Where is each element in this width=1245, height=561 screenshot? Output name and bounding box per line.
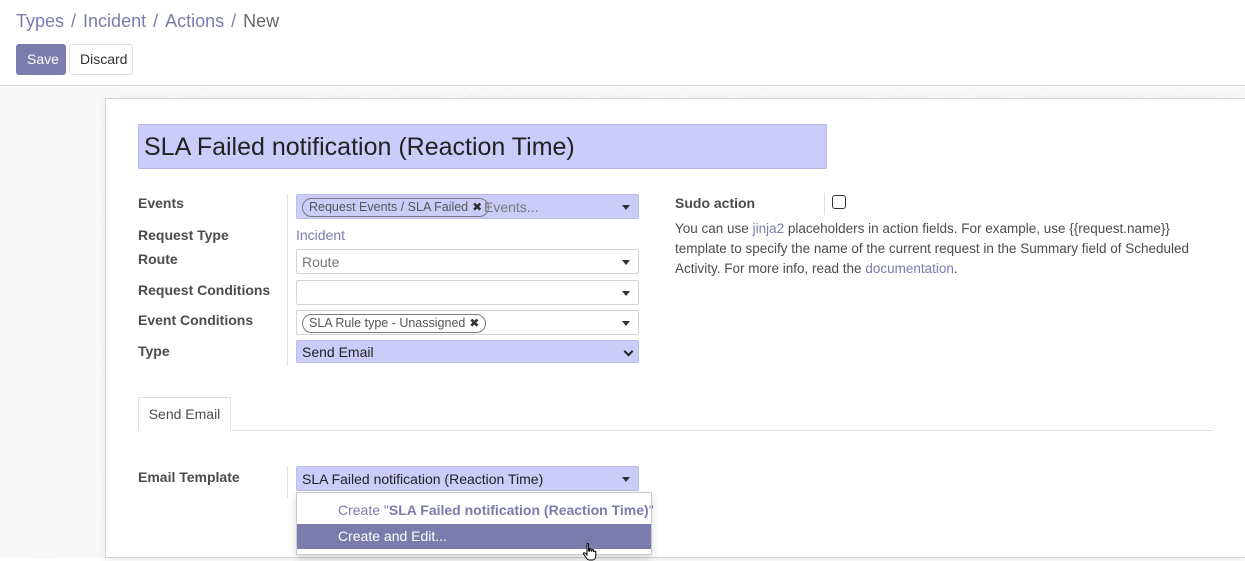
action-name-input[interactable]: SLA Failed notification (Reaction Time)	[138, 124, 827, 169]
caret-down-icon[interactable]	[622, 291, 630, 296]
condition-tag-label: SLA Rule type - Unassigned	[309, 316, 466, 330]
close-icon[interactable]: ✖	[469, 316, 479, 330]
events-field[interactable]: Request Events / SLA Failed ✖ Events...	[296, 194, 639, 219]
control-panel: Types / Incident / Actions / New Save Discard	[0, 0, 1245, 86]
caret-down-icon[interactable]	[622, 477, 630, 482]
breadcrumb-actions[interactable]: Actions	[165, 11, 224, 31]
event-tag: Request Events / SLA Failed ✖	[302, 198, 490, 217]
group-divider	[824, 193, 825, 215]
sudo-action-checkbox[interactable]	[832, 195, 846, 209]
events-label: Events	[138, 195, 184, 211]
discard-button[interactable]: Discard	[69, 44, 133, 75]
create-option-name: SLA Failed notification (Reaction Time)	[388, 502, 649, 518]
save-button[interactable]: Save	[16, 44, 66, 75]
autocomplete-dropdown: Create "SLA Failed notification (Reactio…	[296, 492, 654, 555]
create-option[interactable]: Create "SLA Failed notification (Reactio…	[297, 498, 654, 523]
group-divider	[287, 466, 288, 498]
documentation-link[interactable]: documentation	[865, 261, 954, 276]
tab-bar-line	[138, 430, 1213, 431]
condition-tag: SLA Rule type - Unassigned ✖	[302, 314, 487, 333]
route-placeholder: Route	[302, 254, 340, 270]
caret-down-icon[interactable]	[622, 205, 630, 210]
request-type-label: Request Type	[138, 227, 229, 243]
type-select[interactable]: Send Email	[296, 340, 639, 363]
caret-down-icon[interactable]	[622, 321, 630, 326]
tab-send-email[interactable]: Send Email	[138, 397, 231, 431]
chevron-down-icon	[623, 346, 634, 357]
jinja2-link[interactable]: jinja2	[753, 221, 785, 236]
event-conditions-field[interactable]: SLA Rule type - Unassigned ✖	[296, 310, 639, 335]
breadcrumb: Types / Incident / Actions / New	[16, 11, 279, 32]
request-conditions-field[interactable]	[296, 280, 639, 305]
help-text-part: .	[953, 261, 958, 276]
group-divider	[287, 194, 288, 366]
route-field[interactable]: Route	[296, 249, 639, 274]
help-text: You can use jinja2 placeholders in actio…	[675, 219, 1215, 279]
create-option-prefix: Create "	[338, 502, 389, 518]
breadcrumb-incident[interactable]: Incident	[83, 11, 146, 31]
event-conditions-label: Event Conditions	[138, 312, 254, 328]
form-sheet: SLA Failed notification (Reaction Time) …	[105, 98, 1245, 561]
email-template-value: SLA Failed notification (Reaction Time)	[302, 471, 544, 487]
breadcrumb-separator: /	[71, 11, 77, 31]
form-view: SLA Failed notification (Reaction Time) …	[0, 87, 1245, 561]
request-conditions-label: Request Conditions	[138, 282, 271, 298]
route-label: Route	[138, 251, 178, 267]
caret-down-icon[interactable]	[622, 260, 630, 265]
type-label: Type	[138, 343, 170, 359]
request-type-value[interactable]: Incident	[296, 227, 345, 243]
breadcrumb-current: New	[243, 11, 280, 31]
breadcrumb-types[interactable]: Types	[16, 11, 64, 31]
hand-pointer-icon	[582, 543, 597, 561]
close-icon[interactable]: ✖	[472, 200, 482, 214]
email-template-label: Email Template	[138, 469, 240, 485]
events-placeholder: Events...	[484, 199, 539, 215]
type-value: Send Email	[302, 344, 374, 360]
create-option-suffix: "	[648, 502, 654, 518]
sudo-action-label: Sudo action	[675, 195, 756, 211]
breadcrumb-separator: /	[153, 11, 159, 31]
email-template-field[interactable]: SLA Failed notification (Reaction Time)	[296, 466, 639, 491]
event-tag-label: Request Events / SLA Failed	[309, 200, 469, 214]
help-text-part: You can use	[675, 221, 753, 236]
breadcrumb-separator: /	[231, 11, 237, 31]
